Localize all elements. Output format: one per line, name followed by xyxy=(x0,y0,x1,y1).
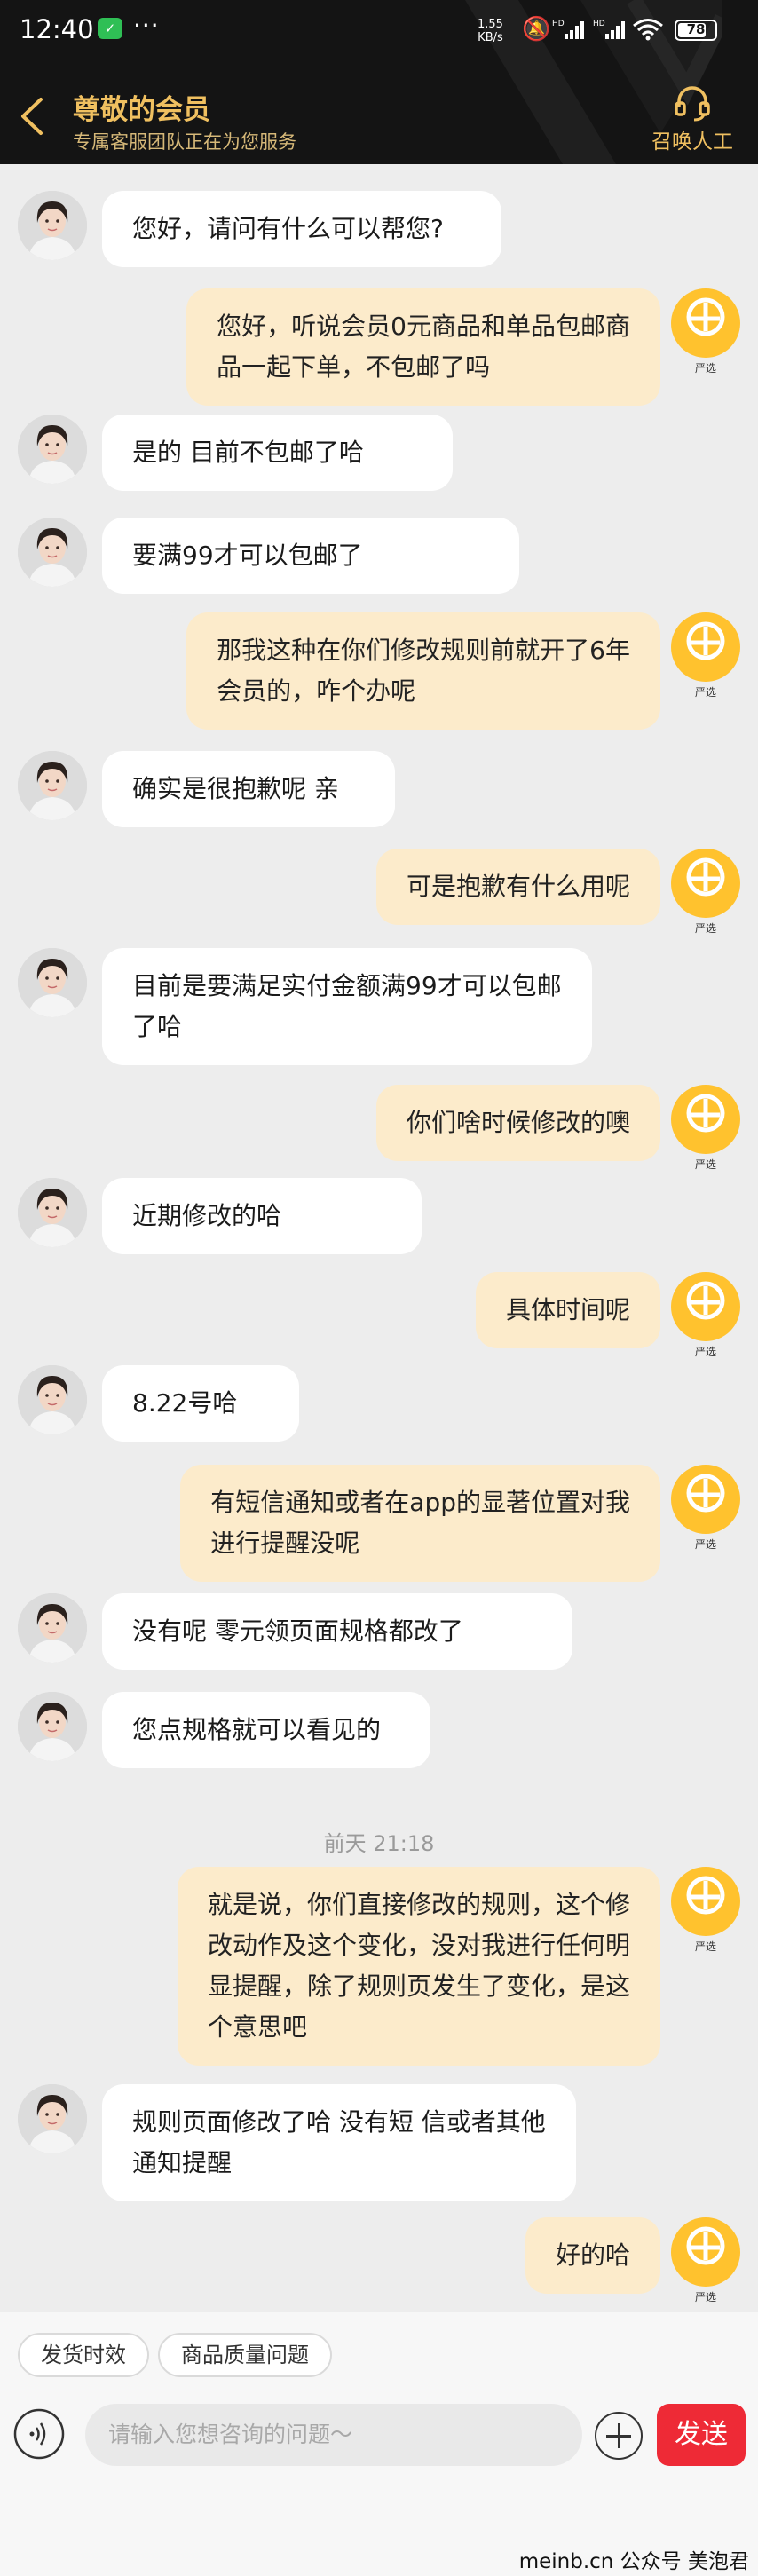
message-line: 通知提醒 xyxy=(132,2148,233,2177)
message-line: 确实是很抱歉呢 亲 xyxy=(132,774,339,803)
message-line: 您好，听说会员0元商品和单品包邮商 xyxy=(217,312,630,341)
message-bubble: 具体时间呢 xyxy=(475,1272,660,1348)
call-agent-button[interactable]: 召唤人工 xyxy=(644,83,741,154)
user-avatar-icon: 严选 xyxy=(671,1465,740,1551)
message-bubble: 要满99才可以包邮了 xyxy=(102,518,519,594)
message-line: 近期修改的哈 xyxy=(132,1201,282,1230)
svg-text:HD: HD xyxy=(593,20,605,28)
headset-icon xyxy=(675,86,710,122)
clock: 12:40 xyxy=(20,14,94,44)
agent-avatar xyxy=(18,948,87,1017)
watermark: meinb.cn 公众号 美泡君 xyxy=(518,2550,749,2573)
send-button[interactable]: 发送 xyxy=(657,2404,746,2466)
message-line: 品一起下单，不包邮了吗 xyxy=(217,352,491,382)
message-bubble: 是的 目前不包邮了哈 xyxy=(102,415,453,491)
message-line: 会员的，咋个办呢 xyxy=(217,676,416,706)
user-avatar-icon: 严选 xyxy=(671,1085,740,1171)
message-line: 目前是要满足实付金额满99才可以包邮 xyxy=(132,971,562,1000)
message-bubble: 您点规格就可以看见的 xyxy=(102,1692,430,1768)
more-notifications-icon: ··· xyxy=(133,11,160,40)
agent-avatar xyxy=(18,2084,87,2153)
voice-input-icon[interactable] xyxy=(12,2407,66,2461)
message-line: 改动作及这个变化，没对我进行任何明 xyxy=(207,1931,630,1960)
message-bubble: 那我这种在你们修改规则前就开了6年 会员的，咋个办呢 xyxy=(186,612,660,730)
wechat-icon: ✓ xyxy=(98,18,122,39)
quick-reply-delivery[interactable]: 发货时效 xyxy=(18,2333,149,2377)
message-line: 规则页面修改了哈 没有短 信或者其他 xyxy=(132,2107,546,2137)
network-speed: 1.55 KB/s xyxy=(478,18,503,44)
agent-avatar xyxy=(18,191,87,260)
message-bubble: 没有呢 零元领页面规格都改了 xyxy=(102,1593,572,1670)
message-bubble: 你们啥时候修改的噢 xyxy=(375,1085,660,1161)
top-bar: 12:40 ✓ ··· 1.55 KB/s 🔕 HD HD 78 尊敬的会员 专… xyxy=(0,0,758,164)
message-bubble: 可是抱歉有什么用呢 xyxy=(375,849,660,925)
message-bubble: 有短信通知或者在app的显著位置对我 进行提醒没呢 xyxy=(180,1465,660,1582)
battery-icon: 78 xyxy=(675,20,717,41)
signal-icon-2: HD xyxy=(593,20,625,39)
add-attachment-icon[interactable] xyxy=(595,2412,643,2460)
signal-icon: HD xyxy=(552,20,584,39)
message-bubble: 目前是要满足实付金额满99才可以包邮 了哈 xyxy=(102,948,592,1065)
message-bubble: 就是说，你们直接修改的规则，这个修 改动作及这个变化，没对我进行任何明 显提醒，除了… xyxy=(177,1867,660,2066)
user-avatar-icon: 严选 xyxy=(671,288,740,375)
quick-reply-quality[interactable]: 商品质量问题 xyxy=(158,2333,332,2377)
agent-avatar xyxy=(18,1178,87,1247)
message-bubble: 确实是很抱歉呢 亲 xyxy=(102,751,395,827)
message-bubble: 近期修改的哈 xyxy=(102,1178,422,1254)
mute-icon: 🔕 xyxy=(522,16,551,43)
message-timestamp: 前天 21:18 xyxy=(323,1831,435,1856)
message-line: 就是说，你们直接修改的规则，这个修 xyxy=(207,1890,630,1919)
message-line: 了哈 xyxy=(132,1012,183,1041)
message-input[interactable]: 请输入您想咨询的问题～ xyxy=(85,2404,582,2466)
message-line: 可是抱歉有什么用呢 xyxy=(406,872,630,901)
user-avatar-icon: 严选 xyxy=(671,2217,740,2303)
message-bubble: 规则页面修改了哈 没有短 信或者其他 通知提醒 xyxy=(102,2084,576,2201)
page-title: 尊敬的会员 xyxy=(73,94,210,126)
message-line: 进行提醒没呢 xyxy=(210,1529,360,1558)
message-line: 个意思吧 xyxy=(207,2012,307,2042)
agent-avatar xyxy=(18,1593,87,1663)
page-subtitle: 专属客服团队正在为您服务 xyxy=(73,131,296,153)
message-line: 您好，请问有什么可以帮您? xyxy=(132,214,444,243)
message-bubble: 您好，听说会员0元商品和单品包邮商 品一起下单，不包邮了吗 xyxy=(186,288,660,406)
agent-avatar xyxy=(18,751,87,820)
agent-avatar xyxy=(18,1692,87,1761)
message-line: 8.22号哈 xyxy=(132,1388,238,1418)
message-line: 你们啥时候修改的噢 xyxy=(406,1108,630,1137)
svg-text:HD: HD xyxy=(552,20,565,28)
message-line: 显提醒，除了规则页发生了变化，是这 xyxy=(207,1972,630,2001)
user-avatar-icon: 严选 xyxy=(671,849,740,935)
message-bubble: 8.22号哈 xyxy=(102,1365,299,1442)
user-avatar-icon: 严选 xyxy=(671,1867,740,1953)
message-line: 要满99才可以包邮了 xyxy=(132,541,363,570)
message-line: 有短信通知或者在app的显著位置对我 xyxy=(210,1488,630,1517)
agent-avatar xyxy=(18,415,87,484)
message-line: 好的哈 xyxy=(555,2240,630,2270)
message-line: 那我这种在你们修改规则前就开了6年 xyxy=(217,636,630,665)
message-line: 没有呢 零元领页面规格都改了 xyxy=(132,1616,463,1646)
wifi-icon xyxy=(633,19,663,41)
message-line: 具体时间呢 xyxy=(505,1295,630,1324)
user-avatar-icon: 严选 xyxy=(671,1272,740,1358)
agent-avatar xyxy=(18,1365,87,1434)
message-line: 是的 目前不包邮了哈 xyxy=(132,438,364,467)
user-avatar-icon: 严选 xyxy=(671,612,740,699)
message-line: 您点规格就可以看见的 xyxy=(132,1715,382,1744)
agent-avatar xyxy=(18,518,87,587)
message-bubble: 您好，请问有什么可以帮您? xyxy=(102,191,501,267)
message-bubble: 好的哈 xyxy=(525,2217,660,2294)
back-arrow-icon[interactable] xyxy=(16,96,48,137)
status-bar: 12:40 ✓ ··· 1.55 KB/s 🔕 HD HD 78 xyxy=(0,0,758,62)
